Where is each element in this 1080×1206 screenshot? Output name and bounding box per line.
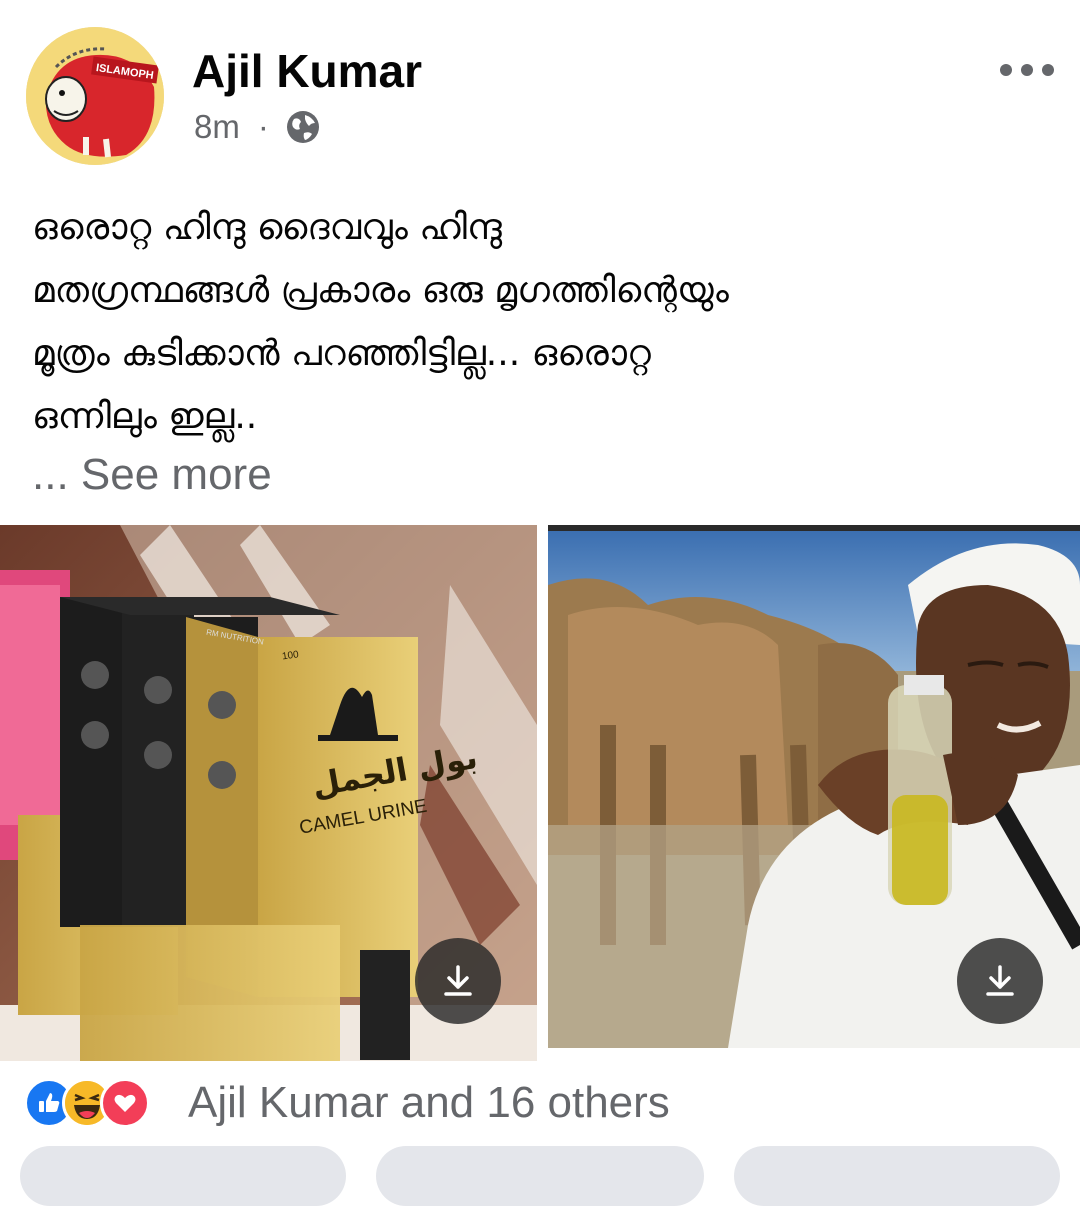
see-more-link[interactable]: ... See more	[32, 450, 272, 500]
like-action-button[interactable]	[20, 1146, 346, 1206]
post-text-line: ഒന്നിലും ഇല്ല..	[32, 396, 258, 437]
download-button[interactable]	[957, 938, 1043, 1024]
reaction-icons[interactable]	[24, 1078, 150, 1128]
love-icon	[100, 1078, 150, 1128]
download-button[interactable]	[415, 938, 501, 1024]
author-avatar[interactable]: ISLAMOPH	[26, 27, 164, 165]
globe-icon	[286, 111, 319, 143]
post-text-line: ഒരൊറ്റ ഹിന്ദു ദൈവവും ഹിന്ദു	[32, 207, 502, 248]
post-text-line: മതഗ്രന്ഥങ്ങൾ പ്രകാരം ഒരു മൃഗത്തിന്റെയും	[32, 270, 729, 311]
avatar-image: ISLAMOPH	[26, 27, 164, 165]
reactions-summary[interactable]: Ajil Kumar and 16 others	[188, 1078, 670, 1128]
author-name[interactable]: Ajil Kumar	[192, 44, 422, 98]
download-icon	[444, 965, 472, 996]
post-meta: 8m ·	[194, 108, 321, 146]
share-action-button[interactable]	[734, 1146, 1060, 1206]
more-options-icon[interactable]	[1000, 58, 1054, 82]
post-text: ഒരൊറ്റ ഹിന്ദു ദൈവവും ഹിന്ദു മതഗ്രന്ഥങ്ങൾ…	[32, 196, 1052, 448]
post-time[interactable]: 8m	[194, 108, 240, 146]
meta-separator: ·	[257, 108, 269, 145]
comment-action-button[interactable]	[376, 1146, 704, 1206]
post-photo-1[interactable]: بول الجمل CAMEL URINE 100 RM NUTRITION	[0, 525, 537, 1061]
download-icon	[986, 965, 1014, 996]
post-text-line: മൂത്രം കുടിക്കാൻ പറഞ്ഞിട്ടില്ല... ഒരൊറ്റ	[32, 333, 651, 374]
post-photo-2[interactable]	[548, 525, 1080, 1048]
